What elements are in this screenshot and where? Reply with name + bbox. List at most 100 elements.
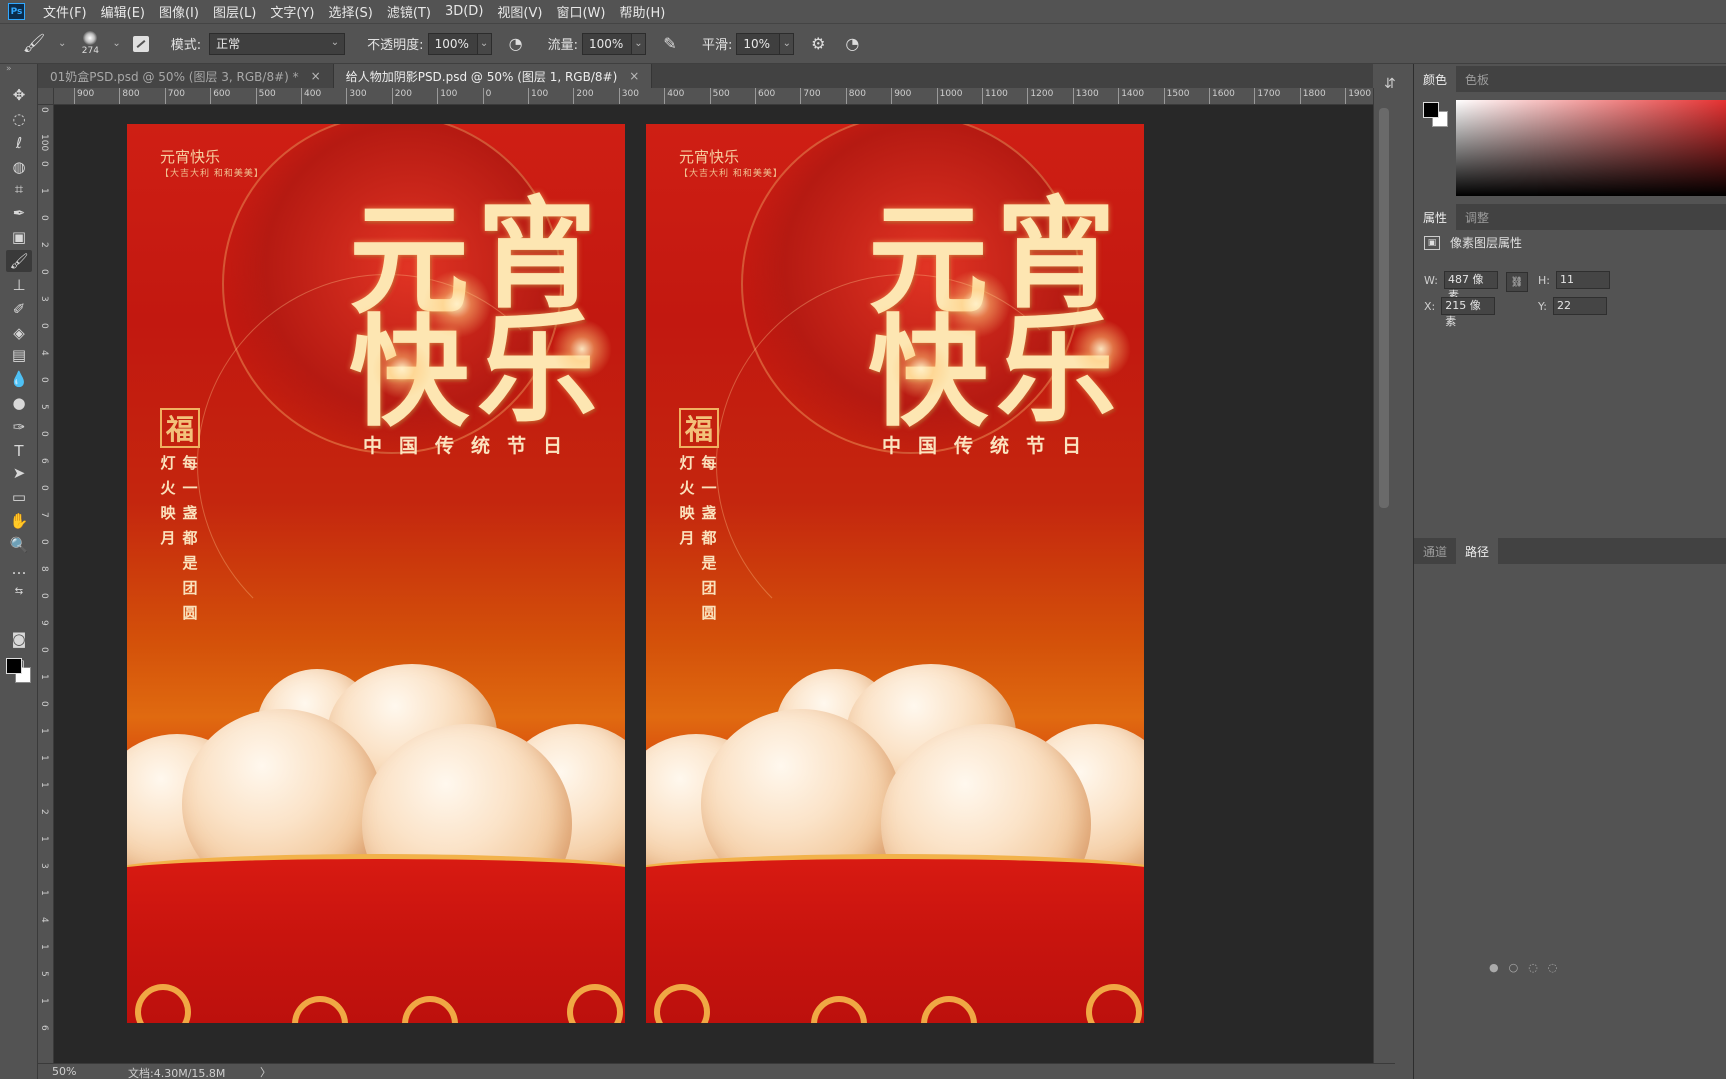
- zoom-level[interactable]: 50%: [52, 1065, 76, 1078]
- poster-vertical-text-left: 灯 火 映 月: [679, 454, 695, 547]
- crop-tool-icon[interactable]: ⌗: [6, 178, 32, 200]
- ruler-tick: [74, 88, 75, 104]
- eraser-tool-icon[interactable]: ◈: [6, 322, 32, 344]
- menu-file[interactable]: 文件(F): [43, 2, 87, 21]
- pen-tool-icon[interactable]: ✑: [6, 416, 32, 438]
- more-tools-icon[interactable]: …: [6, 558, 32, 580]
- menu-type[interactable]: 文字(Y): [270, 2, 314, 21]
- status-menu-arrow-icon[interactable]: 〉: [260, 1064, 271, 1079]
- ruler-origin[interactable]: [38, 88, 54, 105]
- foreground-color-swatch[interactable]: [6, 658, 22, 674]
- history-brush-tool-icon[interactable]: ✐: [6, 298, 32, 320]
- opacity-dropdown-button[interactable]: ⌄: [477, 32, 492, 55]
- brush-settings-panel-icon[interactable]: [132, 35, 149, 52]
- height-label: H:: [1538, 273, 1550, 287]
- menu-layer[interactable]: 图层(L): [213, 2, 256, 21]
- panel-foreground-swatch[interactable]: [1423, 102, 1439, 118]
- gear-icon[interactable]: ⚙: [808, 34, 828, 54]
- tab-document-2[interactable]: 给人物加阴影PSD.psd @ 50% (图层 1, RGB/8#) ×: [333, 64, 653, 88]
- ruler-tick-label: 0: [39, 269, 49, 275]
- type-tool-icon[interactable]: T: [6, 440, 32, 462]
- tab-color[interactable]: 颜色: [1414, 66, 1457, 92]
- ruler-tick-label: 0: [39, 323, 49, 329]
- eyedropper-tool-icon[interactable]: ✒: [6, 202, 32, 224]
- menu-select[interactable]: 选择(S): [328, 2, 372, 21]
- x-input[interactable]: 215 像素: [1441, 297, 1496, 328]
- frame-tool-icon[interactable]: ▣: [6, 226, 32, 248]
- ruler-tick: [936, 88, 938, 104]
- ruler-tick-label: 0: [39, 431, 49, 437]
- close-icon[interactable]: ×: [311, 69, 321, 83]
- ruler-tick: [1027, 88, 1029, 104]
- quick-selection-tool-icon[interactable]: ◍: [6, 156, 32, 178]
- ruler-tick-label: 1200: [1030, 89, 1054, 99]
- move-tool-icon[interactable]: ✥: [6, 84, 32, 106]
- tab-document-1[interactable]: 01奶盒PSD.psd @ 50% (图层 3, RGB/8#) * ×: [38, 64, 334, 88]
- chevron-down-icon[interactable]: ⌄: [112, 38, 120, 49]
- ruler-tick-label: 200: [394, 89, 412, 99]
- link-proportions-icon[interactable]: ⛓: [1506, 272, 1528, 292]
- menu-filter[interactable]: 滤镜(T): [387, 2, 431, 21]
- panel-toggle-icon[interactable]: ⇵: [1384, 76, 1396, 92]
- smoothing-dropdown-button[interactable]: ⌄: [780, 32, 795, 55]
- tab-adjustments[interactable]: 调整: [1456, 204, 1498, 230]
- ruler-tick: [119, 88, 121, 104]
- tab-paths[interactable]: 路径: [1456, 538, 1499, 564]
- color-picker-field[interactable]: [1456, 100, 1726, 196]
- ruler-tick-label: 4: [39, 350, 49, 356]
- mode-select[interactable]: 正常 ⌄: [209, 32, 346, 55]
- vertical-scrollbar[interactable]: [1373, 88, 1395, 1063]
- bowl-shape: [127, 854, 625, 1023]
- pressure-size-icon[interactable]: ◔: [842, 34, 862, 54]
- hand-tool-icon[interactable]: ✋: [6, 510, 32, 532]
- menu-view[interactable]: 视图(V): [497, 2, 542, 21]
- flow-input[interactable]: 100%: [581, 32, 632, 55]
- ruler-tick: [1299, 88, 1301, 104]
- poster-caption: 中国传统节日: [882, 435, 1099, 457]
- marquee-tool-icon[interactable]: ◌: [6, 108, 32, 130]
- brush-preset-picker[interactable]: 274: [72, 27, 108, 61]
- smoothing-input[interactable]: 10%: [736, 32, 781, 55]
- zoom-tool-icon[interactable]: 🔍: [6, 534, 32, 556]
- lasso-tool-icon[interactable]: ℓ: [6, 132, 32, 154]
- poster-artboard-2[interactable]: 元宵快乐 【大吉大利 和和美美】 元 宵 快 乐 中国传统节日 福 灯 火 映 …: [646, 124, 1144, 1023]
- horizontal-ruler[interactable]: 900 800 700 600 500 400 300 200 100 0 100 200 300 400…: [54, 88, 1373, 105]
- rectangle-tool-icon[interactable]: ▭: [6, 486, 32, 508]
- canvas-area[interactable]: 元宵快乐 【大吉大利 和和美美】 元 宵 快 乐 中国传统节日 福 灯 火 映 …: [54, 105, 1373, 1063]
- brush-tool-icon[interactable]: 🖌: [6, 250, 32, 272]
- airbrush-icon[interactable]: ✎: [660, 34, 680, 54]
- width-input[interactable]: 487 像素: [1443, 271, 1498, 302]
- collapse-arrows-icon[interactable]: »: [6, 64, 12, 74]
- swap-colors-icon[interactable]: ⇆: [6, 580, 32, 602]
- menu-window[interactable]: 窗口(W): [556, 2, 605, 21]
- panel-footer-icons[interactable]: ●○◌◌: [1489, 961, 1567, 974]
- flow-dropdown-button[interactable]: ⌄: [631, 32, 646, 55]
- opacity-input[interactable]: 100%: [427, 32, 478, 55]
- quick-mask-icon[interactable]: ◙: [6, 628, 32, 650]
- blur-tool-icon[interactable]: 💧: [6, 368, 32, 390]
- tab-channels[interactable]: 通道: [1414, 538, 1456, 564]
- ruler-tick-label: 1400: [1121, 89, 1145, 99]
- brush-tool-preset-icon[interactable]: 🖌: [14, 29, 54, 59]
- flow-label: 流量:: [547, 38, 578, 53]
- menu-edit[interactable]: 编辑(E): [101, 2, 145, 21]
- stamp-tool-icon[interactable]: ⊥: [6, 274, 32, 296]
- close-icon[interactable]: ×: [629, 69, 639, 83]
- vertical-ruler[interactable]: 0 100 0 1 0 2 0 3 0 4 0 5 0 6 0 7 0 8 0 9 0 1 0 1 1 1 2 1 3 1 4 1 5 1 6: [38, 105, 54, 1063]
- y-input[interactable]: 22: [1552, 297, 1607, 315]
- menu-image[interactable]: 图像(I): [159, 2, 199, 21]
- pressure-opacity-icon[interactable]: ◔: [506, 34, 526, 54]
- height-input[interactable]: 11: [1555, 271, 1610, 289]
- tab-properties[interactable]: 属性: [1414, 204, 1457, 230]
- menu-help[interactable]: 帮助(H): [619, 2, 665, 21]
- ruler-tick: [391, 88, 393, 104]
- tab-swatches[interactable]: 色板: [1456, 66, 1498, 92]
- path-selection-tool-icon[interactable]: ➤: [6, 462, 32, 484]
- dodge-tool-icon[interactable]: ●: [6, 392, 32, 414]
- gradient-tool-icon[interactable]: ▤: [6, 344, 32, 366]
- scrollbar-thumb[interactable]: [1379, 108, 1389, 508]
- poster-artboard-1[interactable]: 元宵快乐 【大吉大利 和和美美】 元 宵 快 乐 中国传统节日 福 灯 火 映 …: [127, 124, 625, 1023]
- menu-3d[interactable]: 3D(D): [445, 4, 483, 19]
- chevron-down-icon[interactable]: ⌄: [58, 38, 66, 49]
- ruler-tick-label: 5: [39, 404, 49, 410]
